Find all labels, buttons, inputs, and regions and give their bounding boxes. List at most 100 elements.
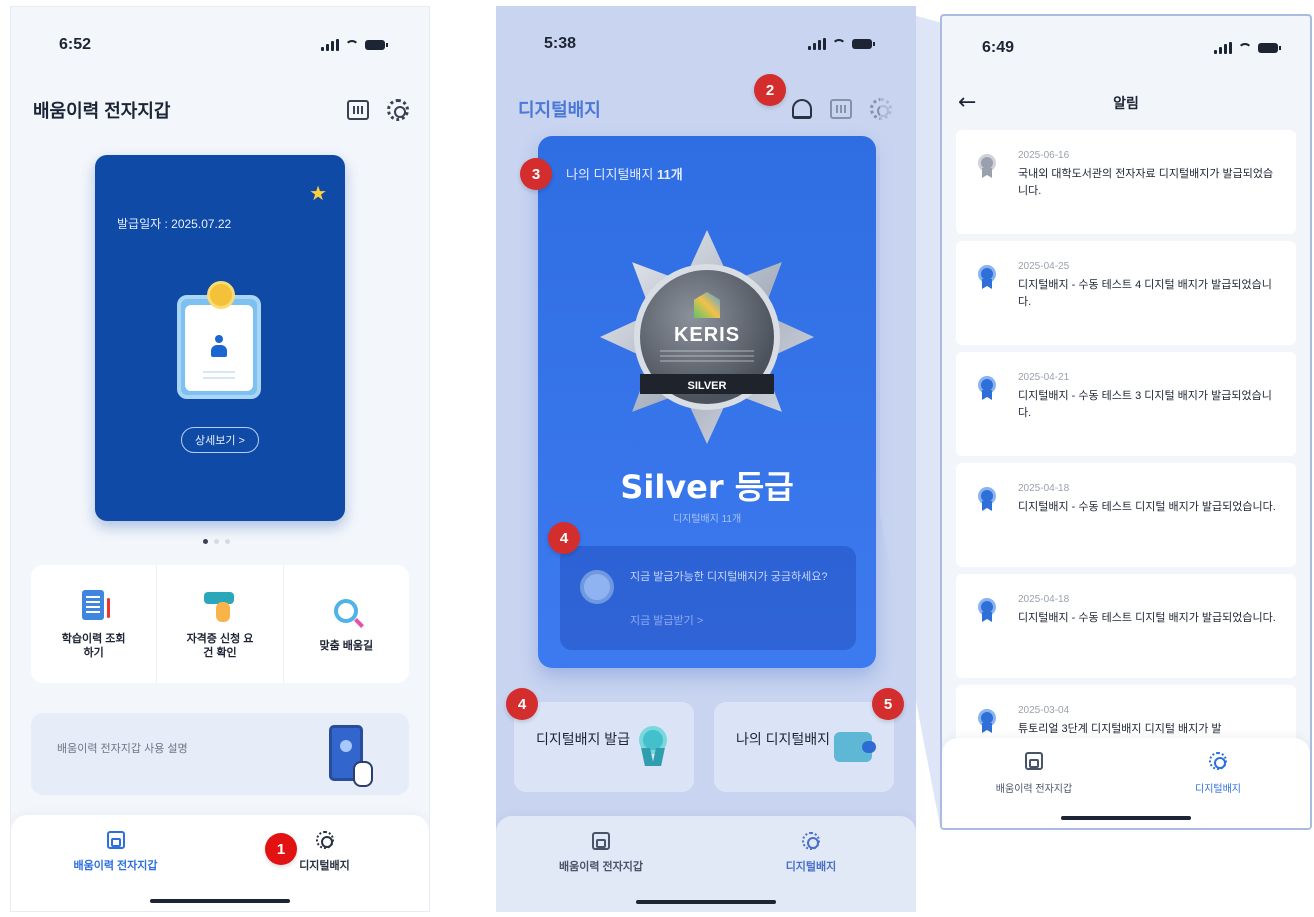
notification-text: 디지털배지 - 수동 테스트 디지털 배지가 발급되었습니다. xyxy=(1018,612,1276,624)
notification-text: 디지털배지 - 수동 테스트 3 디지털 배지가 발급되었습니다. xyxy=(1018,390,1272,420)
notification-screen: 6:49 ← 알림 2025-06-16 국내외 대학도서관의 전자자료 디지털… xyxy=(940,14,1312,830)
badge-ribbon-icon xyxy=(978,709,996,735)
silver-emblem-icon: KERIS SILVER xyxy=(600,230,814,444)
tab-digital-badge[interactable]: 디지털배지 xyxy=(706,816,916,912)
guide-text: 배움이력 전자지갑 사용 설명 xyxy=(57,743,188,755)
step-marker: 1 xyxy=(265,833,297,865)
magnifier-icon xyxy=(328,595,365,631)
header-actions xyxy=(792,98,892,120)
back-arrow-icon[interactable]: ← xyxy=(958,90,976,115)
badge-icon xyxy=(802,832,820,850)
issue-badge-button[interactable]: 디지털배지 발급 xyxy=(514,702,694,792)
tab-label: 배움이력 전자지갑 xyxy=(558,861,643,873)
notification-date: 2025-04-18 xyxy=(1018,594,1070,605)
tab-label: 디지털배지 xyxy=(785,861,837,873)
menu-learning-history[interactable]: 학습이력 조회하기 xyxy=(31,565,158,683)
digital-badge-screen: 5:38 디지털배지 나의 디지털배지 11개 KERIS SILVER Sil… xyxy=(496,6,916,912)
badge-ribbon-icon xyxy=(978,265,996,291)
scan-icon[interactable] xyxy=(830,99,852,119)
hand-illustration-icon xyxy=(353,761,373,787)
notification-item[interactable]: 2025-04-25 디지털배지 - 수동 테스트 4 디지털 배지가 발급되었… xyxy=(956,241,1296,345)
carousel-dots[interactable] xyxy=(203,539,230,544)
credential-card[interactable]: ★ 발급일자 : 2025.07.22 상세보기 > xyxy=(95,155,345,521)
issue-now-link[interactable]: 지금 발급받기 > xyxy=(630,612,703,628)
home-indicator xyxy=(150,899,290,903)
notification-date: 2025-04-25 xyxy=(1018,261,1070,272)
signal-icon xyxy=(1214,42,1232,54)
badge-icon xyxy=(315,831,334,849)
tab-wallet[interactable]: 배움이력 전자지갑 xyxy=(11,815,220,911)
signal-icon xyxy=(808,38,826,50)
battery-icon xyxy=(1258,43,1281,53)
tab-digital-badge[interactable]: 디지털배지 xyxy=(220,815,429,911)
button-label: 나의 디지털배지 xyxy=(736,731,831,747)
step-marker: 4 xyxy=(506,688,538,720)
status-bar: 5:38 xyxy=(496,24,916,64)
clipboard-icon xyxy=(76,588,112,624)
hand-pointer-icon xyxy=(202,588,238,624)
status-time: 6:49 xyxy=(982,39,1015,56)
notification-item[interactable]: 2025-04-18 디지털배지 - 수동 테스트 디지털 배지가 발급되었습니… xyxy=(956,574,1296,678)
menu-certificate-check[interactable]: 자격증 신청 요건 확인 xyxy=(157,565,284,683)
wifi-icon xyxy=(1238,43,1252,53)
bell-icon[interactable] xyxy=(792,99,812,119)
ribbon-icon xyxy=(636,726,670,766)
wifi-icon xyxy=(345,40,359,50)
id-card-badge-icon xyxy=(177,281,261,399)
status-bar: 6:52 xyxy=(11,25,429,65)
badge-icon xyxy=(1209,752,1227,770)
menu-label: 자격증 신청 요건 확인 xyxy=(186,632,254,659)
usage-guide-banner[interactable]: 배움이력 전자지갑 사용 설명 xyxy=(31,713,409,795)
signal-icon xyxy=(321,39,339,51)
badge-count: 나의 디지털배지 11개 xyxy=(566,167,683,182)
status-icons xyxy=(321,39,388,51)
bottom-tab-bar: 배움이력 전자지갑 디지털배지 xyxy=(942,738,1310,828)
my-badges-button[interactable]: 나의 디지털배지 xyxy=(714,702,894,792)
available-text: 지금 발급가능한 디지털배지가 궁금하세요? xyxy=(630,571,828,583)
battery-icon xyxy=(852,39,875,49)
star-icon[interactable]: ★ xyxy=(309,181,327,205)
tab-label: 디지털배지 xyxy=(1195,784,1241,795)
notification-item[interactable]: 2025-06-16 국내외 대학도서관의 전자자료 디지털배지가 발급되었습니… xyxy=(956,130,1296,234)
emblem-brand: KERIS xyxy=(673,324,741,346)
notification-text: 튜토리얼 3단계 디지털배지 디지털 배지가 발 xyxy=(1018,723,1222,735)
wallet-icon xyxy=(834,732,876,762)
tab-label: 배움이력 전자지갑 xyxy=(73,860,158,872)
notification-text: 디지털배지 - 수동 테스트 4 디지털 배지가 발급되었습니다. xyxy=(1018,279,1272,309)
scan-icon[interactable] xyxy=(347,100,369,120)
badge-ribbon-icon xyxy=(978,376,996,402)
page-title: 디지털배지 xyxy=(518,100,601,120)
issue-date: 발급일자 : 2025.07.22 xyxy=(117,217,232,231)
step-marker: 4 xyxy=(548,522,580,554)
wifi-icon xyxy=(832,39,846,49)
notification-date: 2025-06-16 xyxy=(1018,150,1070,161)
app-header: 디지털배지 xyxy=(518,92,892,126)
wallet-icon xyxy=(592,832,610,850)
step-marker: 2 xyxy=(754,74,786,106)
available-badges-banner[interactable]: 지금 발급가능한 디지털배지가 궁금하세요? 지금 발급받기 > xyxy=(560,546,856,650)
step-marker: 5 xyxy=(872,688,904,720)
app-header: 배움이력 전자지갑 xyxy=(33,93,409,127)
tab-wallet[interactable]: 배움이력 전자지갑 xyxy=(942,738,1126,828)
grade-title: Silver 등급 xyxy=(620,468,794,506)
grade-subtitle: 디지털배지 11개 xyxy=(672,514,742,525)
status-bar: 6:49 xyxy=(942,28,1310,68)
status-time: 5:38 xyxy=(544,35,577,52)
notification-item[interactable]: 2025-04-18 디지털배지 - 수동 테스트 디지털 배지가 발급되었습니… xyxy=(956,463,1296,567)
notification-item[interactable]: 2025-04-21 디지털배지 - 수동 테스트 3 디지털 배지가 발급되었… xyxy=(956,352,1296,456)
tab-wallet[interactable]: 배움이력 전자지갑 xyxy=(496,816,706,912)
notification-text: 디지털배지 - 수동 테스트 디지털 배지가 발급되었습니다. xyxy=(1018,501,1276,513)
home-indicator xyxy=(1061,816,1191,820)
menu-learning-path[interactable]: 맞춤 배움길 xyxy=(284,565,409,683)
badge-ribbon-icon xyxy=(978,487,996,513)
badge-ribbon-icon xyxy=(978,154,996,180)
status-icons xyxy=(808,38,875,50)
notification-text: 국내외 대학도서관의 전자자료 디지털배지가 발급되었습니다. xyxy=(1018,168,1274,198)
status-icons xyxy=(1214,42,1281,54)
detail-button[interactable]: 상세보기 > xyxy=(181,427,259,453)
notification-date: 2025-04-18 xyxy=(1018,483,1070,494)
quick-menu: 학습이력 조회하기 자격증 신청 요건 확인 맞춤 배움길 xyxy=(31,565,409,683)
gear-icon[interactable] xyxy=(387,99,409,121)
badge-ribbon-icon xyxy=(978,598,996,624)
tab-digital-badge[interactable]: 디지털배지 xyxy=(1126,738,1310,828)
